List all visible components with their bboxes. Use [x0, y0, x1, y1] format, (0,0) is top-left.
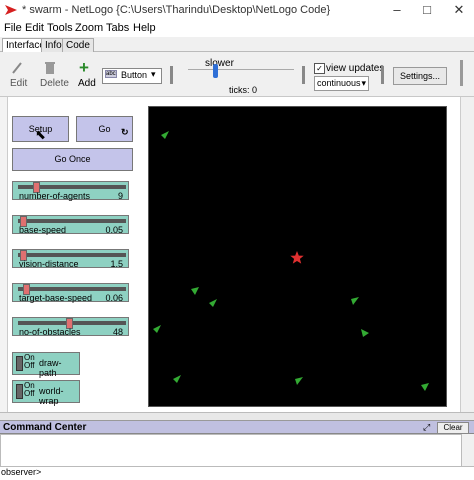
slider-value: 0.05	[105, 225, 123, 235]
agent-turtle	[191, 287, 199, 295]
switch-off-label: Off	[24, 361, 35, 370]
agent-turtle	[421, 383, 429, 391]
vertical-scrollbar[interactable]	[460, 97, 474, 420]
menu-tools[interactable]: Tools	[47, 22, 73, 34]
slider-base-speed[interactable]: base-speed 0.05	[12, 215, 129, 235]
expand-icon[interactable]: ⤢	[423, 422, 430, 433]
toolbar-separator	[170, 66, 173, 84]
menu-bar: File Edit Tools Zoom Tabs Help	[0, 20, 474, 37]
speed-label: slower	[205, 58, 234, 69]
widget-type-label: Button	[121, 70, 148, 80]
chevron-down-icon: ▾	[151, 69, 156, 79]
slider-target-base-speed[interactable]: target-base-speed 0.06	[12, 283, 129, 303]
view-updates-label: view updates	[326, 63, 385, 74]
target-star	[290, 251, 304, 264]
delete-button[interactable]: Delete	[40, 78, 69, 89]
observer-prompt[interactable]: observer>	[1, 467, 41, 477]
window-title: * swarm - NetLogo {C:\Users\Tharindu\Des…	[22, 4, 331, 16]
slider-label: target-base-speed	[19, 293, 93, 303]
switch-world-wrap[interactable]: On Off world-wrap	[12, 380, 80, 406]
switch-toggle[interactable]	[16, 356, 23, 371]
chevron-down-icon: ▾	[361, 78, 366, 88]
speed-slider-knob[interactable]	[213, 64, 218, 78]
command-center-title: Command Center	[3, 422, 87, 433]
switch-label: world-wrap	[39, 386, 64, 406]
switch-draw-path[interactable]: On Off draw-path	[12, 352, 80, 378]
world-canvas	[153, 131, 429, 391]
slider-track[interactable]	[18, 253, 126, 257]
slider-label: no-of-obstacles	[19, 327, 81, 337]
pencil-icon[interactable]	[10, 61, 24, 75]
agent-turtle	[295, 377, 303, 385]
trash-icon[interactable]	[44, 61, 56, 75]
menu-help[interactable]: Help	[133, 22, 156, 34]
world-view[interactable]	[148, 106, 447, 407]
agent-turtle	[351, 297, 359, 305]
tab-code[interactable]: Code	[62, 38, 94, 52]
slider-label: vision-distance	[19, 259, 79, 269]
title-bar: * swarm - NetLogo {C:\Users\Tharindu\Des…	[0, 0, 474, 20]
settings-button[interactable]: Settings...	[393, 67, 447, 85]
tab-bar: Interface Info Code	[0, 37, 474, 52]
toolbar-separator	[381, 66, 384, 84]
update-mode-label: continuous	[317, 78, 361, 88]
switch-label: draw-path	[39, 358, 62, 378]
maximize-button[interactable]: □	[414, 2, 440, 18]
agent-turtle	[209, 299, 217, 307]
toolbar-separator	[302, 66, 305, 84]
button-widget-icon: abc	[105, 70, 117, 78]
agent-turtle	[173, 375, 181, 383]
view-updates-checkbox[interactable]: ✓	[314, 63, 325, 74]
slider-value: 48	[112, 327, 123, 337]
close-button[interactable]: ✕	[446, 2, 472, 18]
slider-no-of-obstacles[interactable]: no-of-obstacles 48	[12, 317, 129, 337]
add-plus-icon[interactable]: +	[79, 58, 89, 78]
command-output	[0, 434, 462, 467]
slider-label: base-speed	[19, 225, 67, 235]
netlogo-logo-icon	[5, 5, 17, 15]
switch-state-labels: On Off	[24, 354, 35, 370]
edit-button[interactable]: Edit	[10, 78, 27, 89]
menu-tabs[interactable]: Tabs	[106, 22, 129, 34]
switch-off-label: Off	[24, 389, 35, 398]
agent-turtle	[153, 325, 161, 333]
menu-zoom[interactable]: Zoom	[75, 22, 103, 34]
forever-loop-icon: ↻	[121, 127, 129, 137]
mouse-cursor-icon: ⬉	[35, 127, 46, 142]
slider-number-of-agents[interactable]: number-of-agents 9	[12, 181, 129, 201]
switch-state-labels: On Off	[24, 382, 35, 398]
update-mode-select[interactable]: continuous ▾	[314, 76, 369, 91]
command-center: Command Center ⤢ Clear observer>	[0, 420, 474, 480]
menu-file[interactable]: File	[4, 22, 22, 34]
widget-type-select[interactable]: abc Button ▾	[102, 68, 162, 84]
left-gutter	[0, 97, 8, 420]
toolbar-separator	[460, 60, 463, 86]
clear-button[interactable]: Clear	[437, 422, 469, 434]
agent-turtle	[161, 131, 169, 139]
minimize-button[interactable]: –	[384, 2, 410, 18]
slider-value: 9	[117, 191, 123, 201]
slider-label: number-of-agents	[19, 191, 91, 201]
slider-value: 0.06	[105, 293, 123, 303]
slider-track[interactable]	[18, 219, 126, 223]
menu-edit[interactable]: Edit	[25, 22, 44, 34]
slider-track[interactable]	[18, 287, 126, 291]
switch-toggle[interactable]	[16, 384, 23, 399]
go-once-button[interactable]: Go Once	[12, 148, 133, 171]
slider-vision-distance[interactable]: vision-distance 1.5	[12, 249, 129, 269]
agent-turtle	[361, 329, 369, 337]
slider-value: 1.5	[110, 259, 123, 269]
ticks-readout: ticks: 0	[229, 85, 258, 95]
add-button[interactable]: Add	[78, 78, 96, 89]
speed-slider-track[interactable]	[188, 69, 294, 70]
